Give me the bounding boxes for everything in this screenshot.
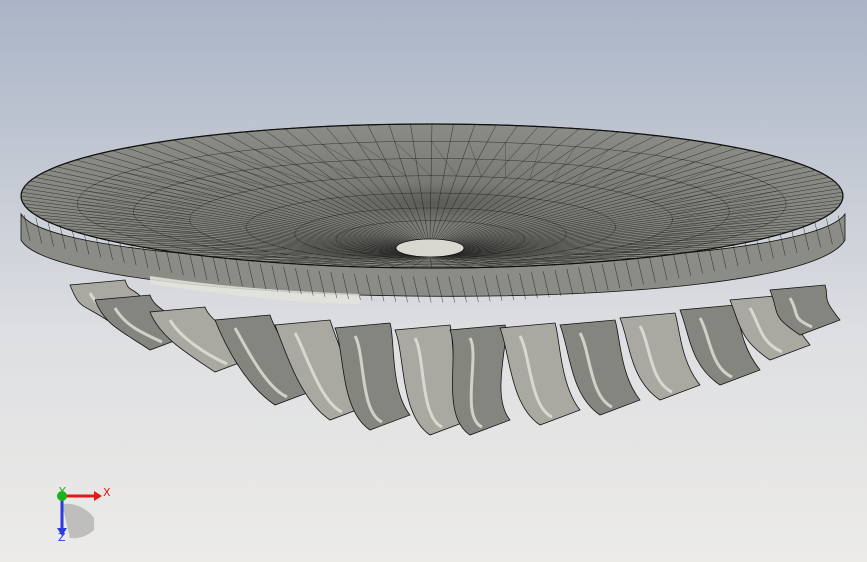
- impeller-blades: [69, 279, 841, 436]
- graphics-viewport[interactable]: X Y Z: [0, 0, 867, 562]
- y-axis-label: Y: [59, 485, 66, 498]
- hub-bore: [395, 238, 465, 258]
- x-axis-label: X: [103, 486, 111, 499]
- x-axis-arrowhead: [94, 491, 102, 501]
- triad-shadow: [62, 503, 94, 539]
- z-axis-label: Z: [58, 531, 66, 544]
- impeller-model[interactable]: [0, 0, 867, 562]
- shroud-top: [20, 123, 844, 269]
